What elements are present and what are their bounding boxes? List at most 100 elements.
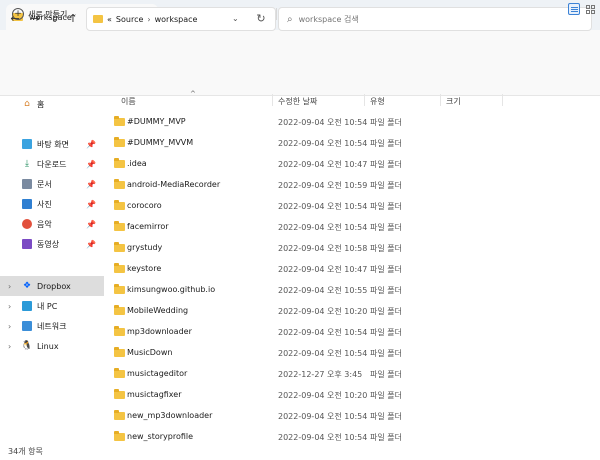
file-row[interactable]: #DUMMY_MVVM 2022-09-04 오전 10:54 파일 폴더: [104, 133, 600, 154]
sidebar-item-desktop[interactable]: 바탕 화면 📌: [0, 134, 104, 154]
search-input[interactable]: [298, 14, 549, 24]
pin-icon[interactable]: 📌: [86, 140, 96, 149]
file-modified: 2022-09-04 오전 10:58: [278, 244, 368, 253]
column-header-name[interactable]: 이름: [121, 96, 136, 107]
chevron-right-icon[interactable]: ›: [8, 282, 11, 291]
column-divider[interactable]: [272, 94, 273, 106]
sidebar-item-downloads[interactable]: ⤓ 다운로드 📌: [0, 154, 104, 174]
pin-icon[interactable]: 📌: [86, 200, 96, 209]
column-divider[interactable]: [502, 94, 503, 106]
address-row: [0, 58, 600, 96]
chevron-right-icon[interactable]: ›: [8, 302, 11, 311]
file-modified: 2022-09-04 오전 10:54: [278, 223, 368, 232]
file-name[interactable]: new_storyprofile: [127, 432, 193, 441]
file-type: 파일 폴더: [370, 160, 402, 169]
status-bar: 34개 항목: [0, 442, 600, 460]
folder-icon: [93, 15, 103, 23]
file-name[interactable]: android-MediaRecorder: [127, 180, 220, 189]
column-header-modified[interactable]: 수정한 날짜: [278, 96, 317, 107]
file-row[interactable]: .idea 2022-09-04 오전 10:47 파일 폴더: [104, 154, 600, 175]
file-name[interactable]: kimsungwoo.github.io: [127, 285, 215, 294]
file-row[interactable]: #DUMMY_MVP 2022-09-04 오전 10:54 파일 폴더: [104, 112, 600, 133]
breadcrumb-overflow[interactable]: «: [107, 15, 112, 24]
sidebar-item-pictures[interactable]: 사진 📌: [0, 194, 104, 214]
sidebar-item-this-pc[interactable]: › 내 PC: [0, 296, 104, 316]
column-header-type[interactable]: 유형: [370, 96, 385, 107]
folder-icon: [114, 410, 125, 420]
file-name[interactable]: musictagfixer: [127, 390, 182, 399]
file-name[interactable]: mp3downloader: [127, 327, 192, 336]
file-type: 파일 폴더: [370, 286, 402, 295]
sidebar-item-music[interactable]: 음악 📌: [0, 214, 104, 234]
file-row[interactable]: musictagfixer 2022-09-04 오전 10:20 파일 폴더: [104, 385, 600, 406]
column-divider[interactable]: [364, 94, 365, 106]
file-row[interactable]: android-MediaRecorder 2022-09-04 오전 10:59…: [104, 175, 600, 196]
file-row[interactable]: musictageditor 2022-12-27 오후 3:45 파일 폴더: [104, 364, 600, 385]
file-name[interactable]: #DUMMY_MVVM: [127, 138, 193, 147]
file-type: 파일 폴더: [370, 244, 402, 253]
pin-icon[interactable]: 📌: [86, 160, 96, 169]
breadcrumb-workspace[interactable]: workspace: [155, 15, 198, 24]
folder-icon: [114, 389, 125, 399]
folder-icon: [114, 284, 125, 294]
file-row[interactable]: facemirror 2022-09-04 오전 10:54 파일 폴더: [104, 217, 600, 238]
chevron-right-icon[interactable]: ›: [8, 342, 11, 351]
file-row[interactable]: MusicDown 2022-09-04 오전 10:54 파일 폴더: [104, 343, 600, 364]
file-name[interactable]: #DUMMY_MVP: [127, 117, 186, 126]
chevron-right-icon[interactable]: ›: [8, 322, 11, 331]
sidebar-item-home[interactable]: ⌂ 홈: [0, 94, 104, 114]
pin-icon[interactable]: 📌: [86, 220, 96, 229]
sidebar-item-label: 내 PC: [37, 301, 58, 311]
file-type: 파일 폴더: [370, 223, 402, 232]
sidebar-item-videos[interactable]: 동영상 📌: [0, 234, 104, 254]
pin-icon[interactable]: 📌: [86, 180, 96, 189]
back-button[interactable]: ←: [8, 12, 22, 26]
file-row[interactable]: kimsungwoo.github.io 2022-09-04 오전 10:55 파…: [104, 280, 600, 301]
refresh-button[interactable]: ↻: [254, 12, 268, 26]
forward-button[interactable]: →: [28, 12, 42, 26]
file-modified: 2022-09-04 오전 10:54: [278, 412, 368, 421]
folder-icon: [114, 263, 125, 273]
pin-icon[interactable]: 📌: [86, 240, 96, 249]
details-view-button[interactable]: [568, 3, 580, 15]
file-type: 파일 폴더: [370, 370, 402, 379]
column-divider[interactable]: [440, 94, 441, 106]
file-row[interactable]: keystore 2022-09-04 오전 10:47 파일 폴더: [104, 259, 600, 280]
file-modified: 2022-09-04 오전 10:54: [278, 328, 368, 337]
file-name[interactable]: MusicDown: [127, 348, 172, 357]
file-name[interactable]: grystudy: [127, 243, 162, 252]
sidebar-item-dropbox[interactable]: › ❖ Dropbox: [0, 276, 104, 296]
file-type: 파일 폴더: [370, 328, 402, 337]
search-box[interactable]: ⌕: [278, 7, 592, 31]
file-row[interactable]: corocoro 2022-09-04 오전 10:54 파일 폴더: [104, 196, 600, 217]
file-name[interactable]: keystore: [127, 264, 161, 273]
file-row[interactable]: MobileWedding 2022-09-04 오전 10:20 파일 폴더: [104, 301, 600, 322]
file-name[interactable]: facemirror: [127, 222, 169, 231]
file-name[interactable]: new_mp3downloader: [127, 411, 212, 420]
recent-locations-button[interactable]: ⌄: [48, 12, 62, 26]
column-header-size[interactable]: 크기: [446, 96, 461, 107]
item-count: 34개 항목: [8, 447, 43, 456]
sidebar-item-linux[interactable]: › 🐧 Linux: [0, 336, 104, 356]
file-row[interactable]: new_mp3downloader 2022-09-04 오전 10:54 파일 폴…: [104, 406, 600, 427]
address-dropdown-icon[interactable]: ⌄: [232, 14, 239, 23]
up-button[interactable]: ↑: [66, 12, 80, 26]
tiles-view-button[interactable]: [584, 3, 596, 15]
file-name[interactable]: MobileWedding: [127, 306, 188, 315]
sidebar-item-network[interactable]: › 네트워크: [0, 316, 104, 336]
file-name[interactable]: corocoro: [127, 201, 162, 210]
file-name[interactable]: musictageditor: [127, 369, 187, 378]
address-bar[interactable]: « Source › workspace: [86, 7, 276, 31]
file-row[interactable]: mp3downloader 2022-09-04 오전 10:54 파일 폴더: [104, 322, 600, 343]
sidebar-item-documents[interactable]: 문서 📌: [0, 174, 104, 194]
toolbar-divider: [276, 8, 277, 20]
search-icon: ⌕: [287, 13, 293, 25]
file-modified: 2022-09-04 오전 10:59: [278, 181, 368, 190]
file-modified: 2022-12-27 오후 3:45: [278, 370, 363, 379]
file-row[interactable]: grystudy 2022-09-04 오전 10:58 파일 폴더: [104, 238, 600, 259]
file-modified: 2022-09-04 오전 10:54: [278, 118, 368, 127]
file-modified: 2022-09-04 오전 10:20: [278, 307, 368, 316]
breadcrumb-source[interactable]: Source: [116, 15, 143, 24]
folder-icon: [114, 158, 125, 168]
file-name[interactable]: .idea: [127, 159, 147, 168]
